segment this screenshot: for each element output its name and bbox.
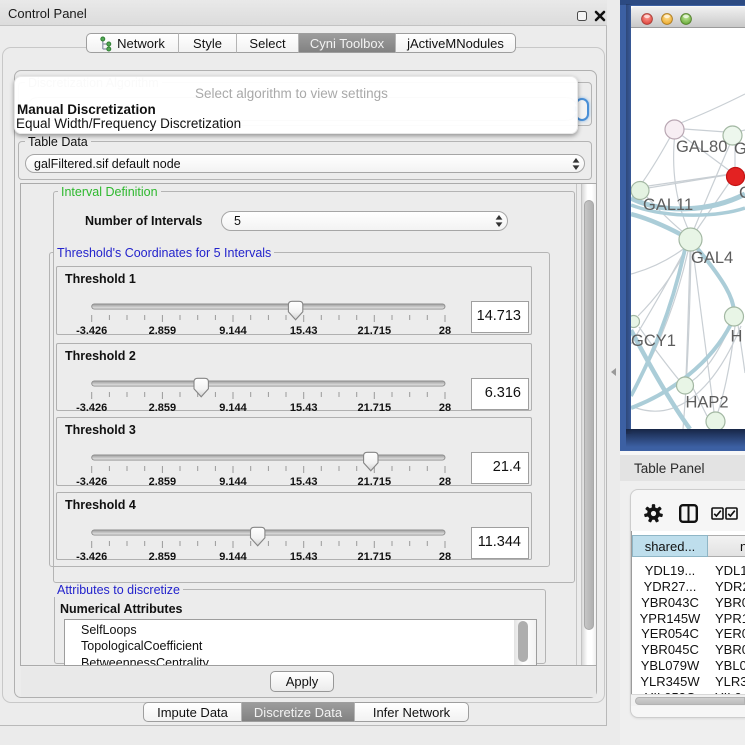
svg-text:21.715: 21.715 (357, 551, 391, 560)
svg-text:28: 28 (439, 325, 451, 334)
svg-text:-3.426: -3.426 (76, 476, 107, 485)
svg-text:28: 28 (439, 551, 451, 560)
svg-text:15.43: 15.43 (290, 476, 318, 485)
svg-text:21.715: 21.715 (357, 325, 391, 334)
svg-text:9.144: 9.144 (219, 325, 247, 334)
svg-text:9.144: 9.144 (219, 551, 247, 560)
svg-text:21.715: 21.715 (357, 402, 391, 411)
svg-text:9.144: 9.144 (219, 476, 247, 485)
svg-text:15.43: 15.43 (290, 402, 318, 411)
svg-text:15.43: 15.43 (290, 325, 318, 334)
svg-text:GA: GA (734, 140, 745, 158)
svg-text:GAL4: GAL4 (691, 249, 733, 267)
svg-text:H: H (731, 327, 743, 345)
svg-text:GCY1: GCY1 (631, 332, 676, 350)
svg-text:9.144: 9.144 (219, 402, 247, 411)
svg-text:-3.426: -3.426 (76, 551, 107, 560)
svg-text:15.43: 15.43 (290, 551, 318, 560)
svg-text:2.859: 2.859 (149, 476, 177, 485)
svg-text:2.859: 2.859 (149, 551, 177, 560)
svg-text:28: 28 (439, 476, 451, 485)
svg-text:-3.426: -3.426 (76, 325, 107, 334)
svg-text:28: 28 (439, 402, 451, 411)
svg-text:2.859: 2.859 (149, 325, 177, 334)
svg-text:GAL80: GAL80 (676, 138, 727, 156)
svg-text:HAP2: HAP2 (686, 393, 729, 411)
svg-text:-3.426: -3.426 (76, 402, 107, 411)
svg-text:GAL11: GAL11 (643, 196, 693, 214)
svg-text:21.715: 21.715 (357, 476, 391, 485)
svg-text:2.859: 2.859 (149, 402, 177, 411)
svg-text:C: C (739, 184, 745, 202)
